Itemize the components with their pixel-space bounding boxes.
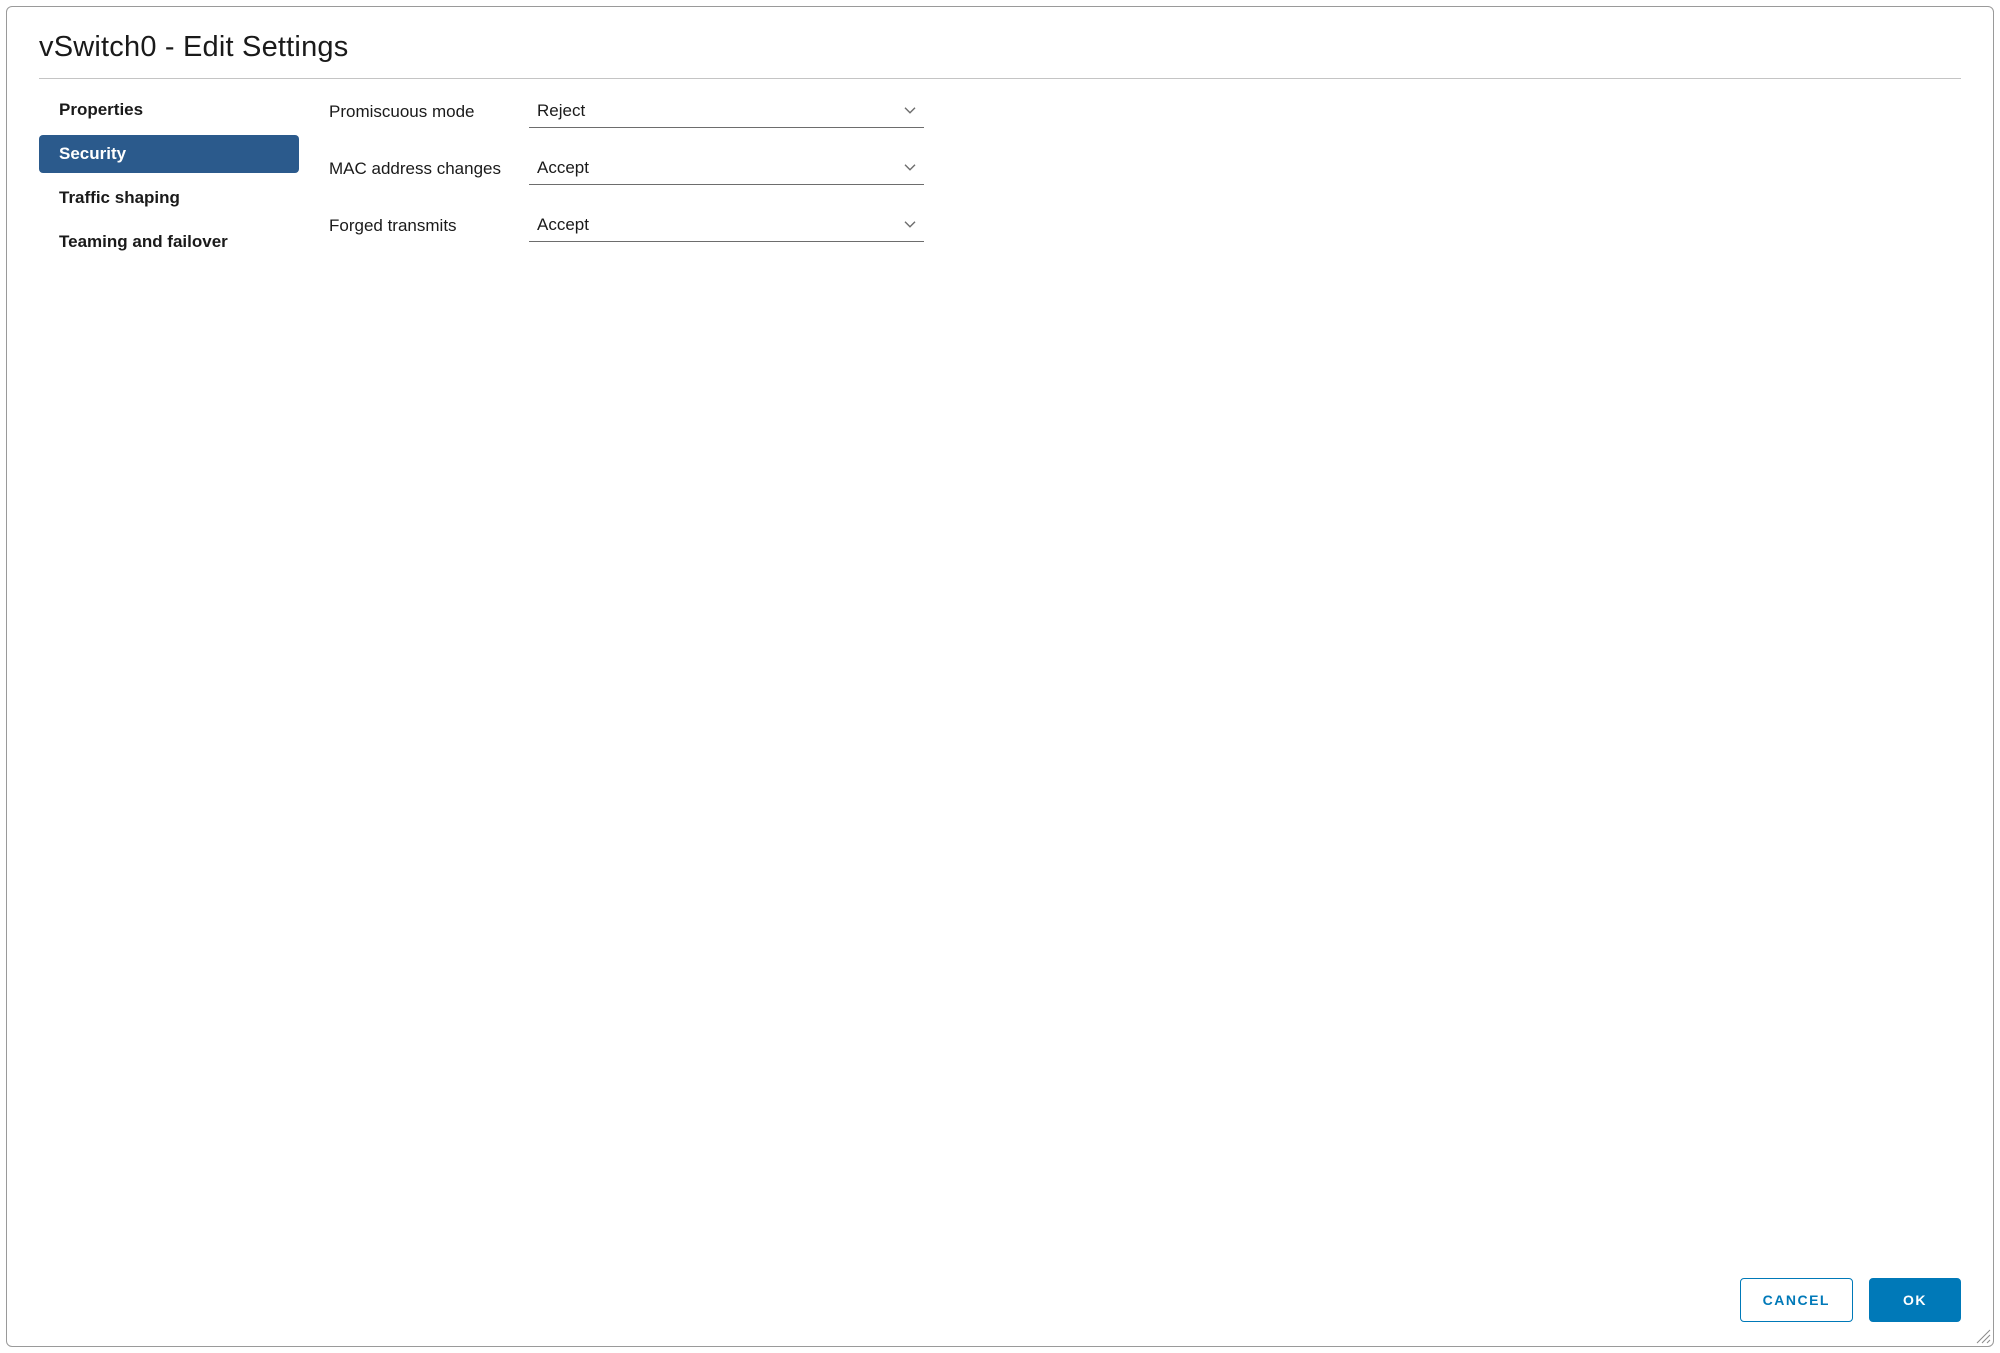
chevron-down-icon [904,106,916,114]
select-value: Accept [537,158,589,177]
sidebar-item-traffic-shaping[interactable]: Traffic shaping [39,179,299,217]
chevron-down-icon [904,163,916,171]
settings-sidebar: Properties Security Traffic shaping Team… [39,89,329,1278]
forged-transmits-label: Forged transmits [329,216,529,236]
sidebar-item-properties[interactable]: Properties [39,91,299,129]
promiscuous-mode-select[interactable]: Reject [529,95,924,128]
ok-button[interactable]: OK [1869,1278,1961,1322]
sidebar-item-security[interactable]: Security [39,135,299,173]
form-row-forged-transmits: Forged transmits Accept [329,209,1961,242]
sidebar-item-teaming-failover[interactable]: Teaming and failover [39,223,299,261]
settings-content: Promiscuous mode Reject MAC address chan… [329,89,1961,1278]
promiscuous-mode-label: Promiscuous mode [329,102,529,122]
select-value: Accept [537,215,589,234]
mac-address-changes-label: MAC address changes [329,159,529,179]
sidebar-item-label: Traffic shaping [59,188,180,207]
dialog-title: vSwitch0 - Edit Settings [39,31,1961,64]
dialog-body: Properties Security Traffic shaping Team… [7,79,1993,1278]
forged-transmits-select[interactable]: Accept [529,209,924,242]
form-row-promiscuous-mode: Promiscuous mode Reject [329,95,1961,128]
resize-handle-icon[interactable] [1975,1328,1991,1344]
edit-settings-dialog: vSwitch0 - Edit Settings Properties Secu… [6,6,1994,1347]
sidebar-item-label: Security [59,144,126,163]
sidebar-item-label: Teaming and failover [59,232,228,251]
chevron-down-icon [904,220,916,228]
sidebar-item-label: Properties [59,100,143,119]
select-value: Reject [537,101,585,120]
dialog-header: vSwitch0 - Edit Settings [7,7,1993,78]
mac-address-changes-select[interactable]: Accept [529,152,924,185]
dialog-footer: CANCEL OK [7,1278,1993,1346]
cancel-button[interactable]: CANCEL [1740,1278,1853,1322]
form-row-mac-address-changes: MAC address changes Accept [329,152,1961,185]
